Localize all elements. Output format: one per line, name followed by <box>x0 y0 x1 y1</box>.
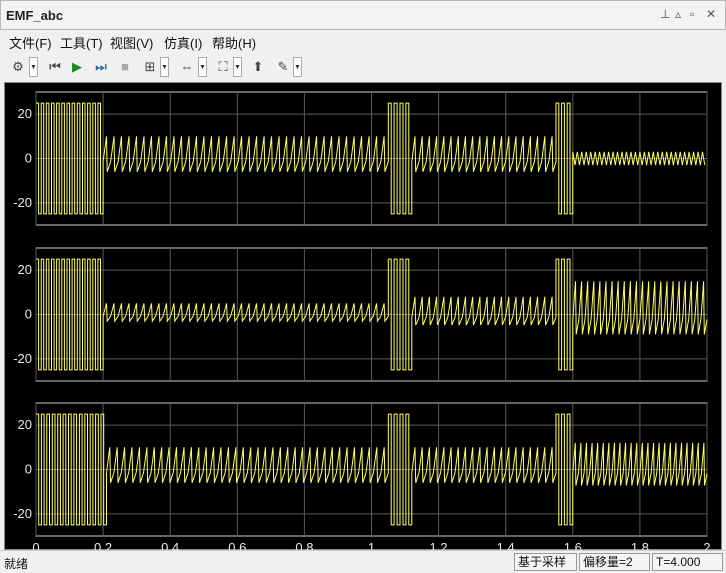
y-tick-label: 0 <box>25 151 32 166</box>
title-bar: EMF_abc ⊥ ▵ ▫ ✕ <box>0 0 726 30</box>
status-ready: 就绪 <box>4 557 29 571</box>
pin-icon[interactable]: ⊥ <box>660 7 670 21</box>
menu-tools[interactable]: 工具(T) <box>60 33 103 52</box>
y-tick-label: -20 <box>13 351 32 366</box>
status-offset: 偏移量=2 <box>579 553 650 571</box>
fit-dropdown[interactable]: ▼ <box>233 57 242 77</box>
menu-file[interactable]: 文件(F) <box>9 33 52 52</box>
step-forward-icon[interactable]: ⏭ <box>92 57 110 77</box>
status-bar: 就绪 基于采样 偏移量=2 T=4.000 <box>0 550 726 573</box>
menu-view[interactable]: 视图(V) <box>110 33 153 52</box>
menu-simulation[interactable]: 仿真(I) <box>164 33 202 52</box>
step-back-icon[interactable]: ⏮ <box>46 57 64 77</box>
y-tick-label: 20 <box>18 262 32 277</box>
settings-dropdown[interactable]: ▼ <box>29 57 38 77</box>
menu-help[interactable]: 帮助(H) <box>212 33 256 52</box>
zoom-x-icon[interactable]: ⇔ <box>176 57 198 77</box>
status-time: T=4.000 <box>652 553 723 571</box>
y-tick-label: 20 <box>18 417 32 432</box>
signal-select-icon[interactable]: ⊞ <box>140 57 160 77</box>
scope-plots: -20020-20020-200200 0.2 0.4 0.6 0.8 1 1.2 1.4 1.… <box>13 91 711 551</box>
y-tick-label: -20 <box>13 506 32 521</box>
pan-icon[interactable]: ⬆ <box>249 57 267 77</box>
zoom-dropdown[interactable]: ▼ <box>198 57 207 77</box>
fit-icon[interactable]: ⛶ <box>213 57 233 77</box>
settings-icon[interactable]: ⚙ <box>8 57 28 77</box>
y-tick-label: 0 <box>25 307 32 322</box>
close-icon[interactable]: ✕ <box>706 7 716 21</box>
window-title: EMF_abc <box>6 8 64 23</box>
run-icon[interactable]: ▶ <box>68 57 86 77</box>
restore-icon[interactable]: ▫ <box>690 7 694 21</box>
signal-dropdown[interactable]: ▼ <box>160 57 169 77</box>
y-tick-label: 0 <box>25 462 32 477</box>
up-arrow-icon[interactable]: ▵ <box>675 7 681 21</box>
y-tick-label: 20 <box>18 106 32 121</box>
highlight-dropdown[interactable]: ▼ <box>293 57 302 77</box>
scope-display[interactable]: -20 0 20 -20 0 20 -20 0 20 0 0.2 0.4 0.6 0.8 1 1.2 1.4 1.… <box>4 82 722 551</box>
y-tick-label: -20 <box>13 195 32 210</box>
toolbar: ⚙ ▼ ⏮ ▶ ⏭ ■ ⊞ ▼ ⇔ ▼ ⛶ ▼ ⬆ ✎ ▼ <box>0 52 726 82</box>
stop-icon[interactable]: ■ <box>116 57 134 77</box>
status-mode: 基于采样 <box>514 553 577 571</box>
menu-bar: 文件(F) 工具(T) 视图(V) 仿真(I) 帮助(H) <box>0 30 726 52</box>
highlight-icon[interactable]: ✎ <box>273 57 293 77</box>
